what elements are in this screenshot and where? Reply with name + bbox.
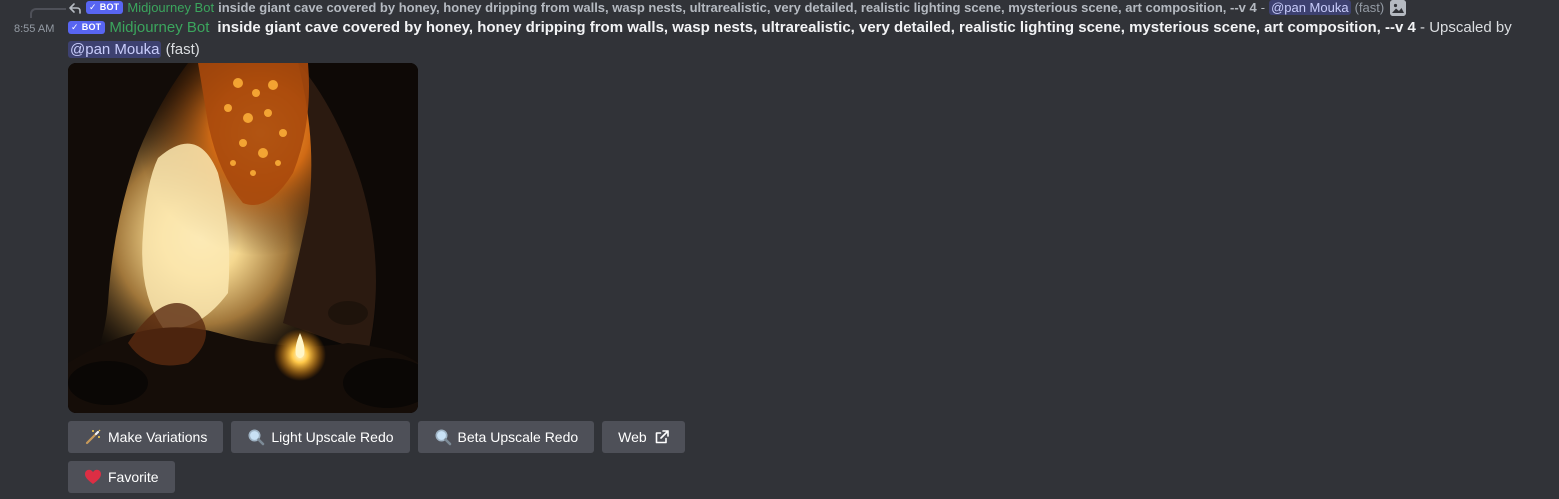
message-mention[interactable]: @pan Mouka (68, 41, 162, 58)
action-buttons: Make Variations Light Upscale Redo Beta … (68, 421, 685, 453)
bot-badge-label: BOT (99, 2, 120, 12)
timestamp: 8:55 AM (14, 23, 55, 35)
make-variations-label: Make Variations (108, 429, 208, 445)
favorite-label: Favorite (108, 469, 159, 485)
bot-badge: ✓ BOT (86, 1, 124, 14)
image-icon (1390, 0, 1407, 16)
make-variations-button[interactable]: Make Variations (68, 421, 224, 453)
external-link-icon (655, 430, 669, 444)
reply-preview[interactable]: ✓ BOT Midjourney Bot inside giant cave c… (68, 0, 1407, 16)
cave-illustration (68, 63, 418, 413)
verified-check-icon: ✓ (89, 2, 97, 12)
message-author[interactable]: Midjourney Bot (109, 19, 209, 36)
message-suffix: - Upscaled by (1415, 19, 1512, 36)
favorite-row: Favorite (68, 461, 175, 493)
reply-mention[interactable]: @pan Mouka (1269, 0, 1351, 15)
light-upscale-redo-label: Light Upscale Redo (271, 429, 394, 445)
reply-arrow-icon (68, 1, 82, 15)
reply-prompt: inside giant cave covered by honey, hone… (218, 0, 1257, 15)
heart-icon (84, 468, 102, 486)
message: ✓ BOT Midjourney Bot inside giant cave c… (0, 0, 1559, 499)
bot-badge: ✓ BOT (68, 20, 106, 34)
reply-separator: - (1260, 0, 1266, 15)
reply-spine (30, 8, 66, 18)
verified-check-icon: ✓ (71, 22, 79, 32)
magnifying-glass-icon (434, 428, 452, 446)
web-link-button[interactable]: Web (602, 421, 685, 453)
generated-image[interactable] (68, 63, 418, 413)
light-upscale-redo-button[interactable]: Light Upscale Redo (231, 421, 410, 453)
reply-speed: (fast) (1354, 0, 1385, 15)
bot-badge-label: BOT (81, 22, 102, 32)
message-content: ✓ BOT Midjourney Bot inside giant cave co… (68, 17, 1518, 61)
beta-upscale-redo-label: Beta Upscale Redo (457, 429, 579, 445)
reply-author[interactable]: Midjourney Bot (127, 0, 214, 15)
web-label: Web (618, 429, 647, 445)
favorite-button[interactable]: Favorite (68, 461, 175, 493)
message-speed: (fast) (165, 41, 200, 58)
beta-upscale-redo-button[interactable]: Beta Upscale Redo (417, 421, 595, 453)
magic-wand-icon (84, 428, 102, 446)
message-prompt: inside giant cave covered by honey, hone… (217, 19, 1416, 36)
magnifying-glass-icon (247, 428, 265, 446)
